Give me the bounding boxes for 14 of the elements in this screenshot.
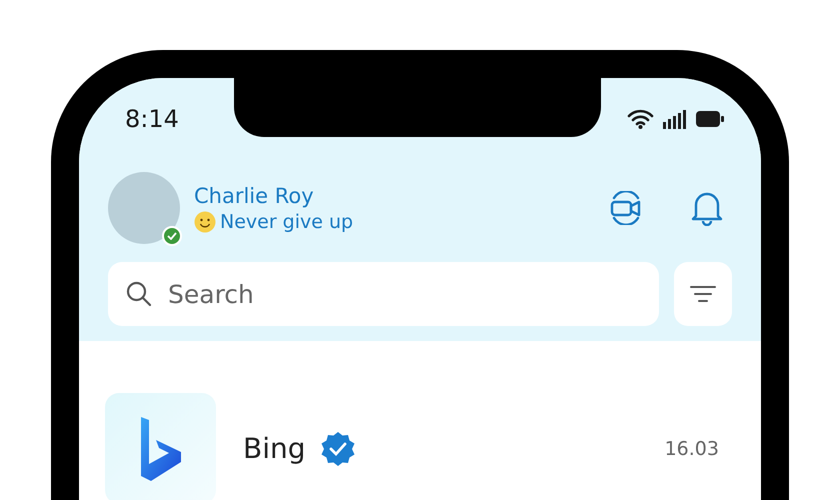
signal-icon: [663, 110, 687, 128]
chat-time: 16.03: [664, 438, 719, 460]
filter-icon: [690, 285, 716, 303]
filter-button[interactable]: [674, 262, 732, 326]
search-field[interactable]: Search: [108, 262, 659, 326]
notification-bell-icon[interactable]: [690, 190, 724, 226]
chat-name[interactable]: Bing: [243, 432, 306, 465]
status-time: 8:14: [125, 105, 179, 133]
video-camera-icon[interactable]: [610, 191, 642, 225]
battery-icon: [696, 111, 724, 127]
status-message[interactable]: Never give up: [220, 210, 354, 232]
wifi-icon: [627, 109, 654, 129]
profile-name: Charlie Roy: [194, 184, 315, 208]
smiley-icon: [194, 210, 216, 232]
